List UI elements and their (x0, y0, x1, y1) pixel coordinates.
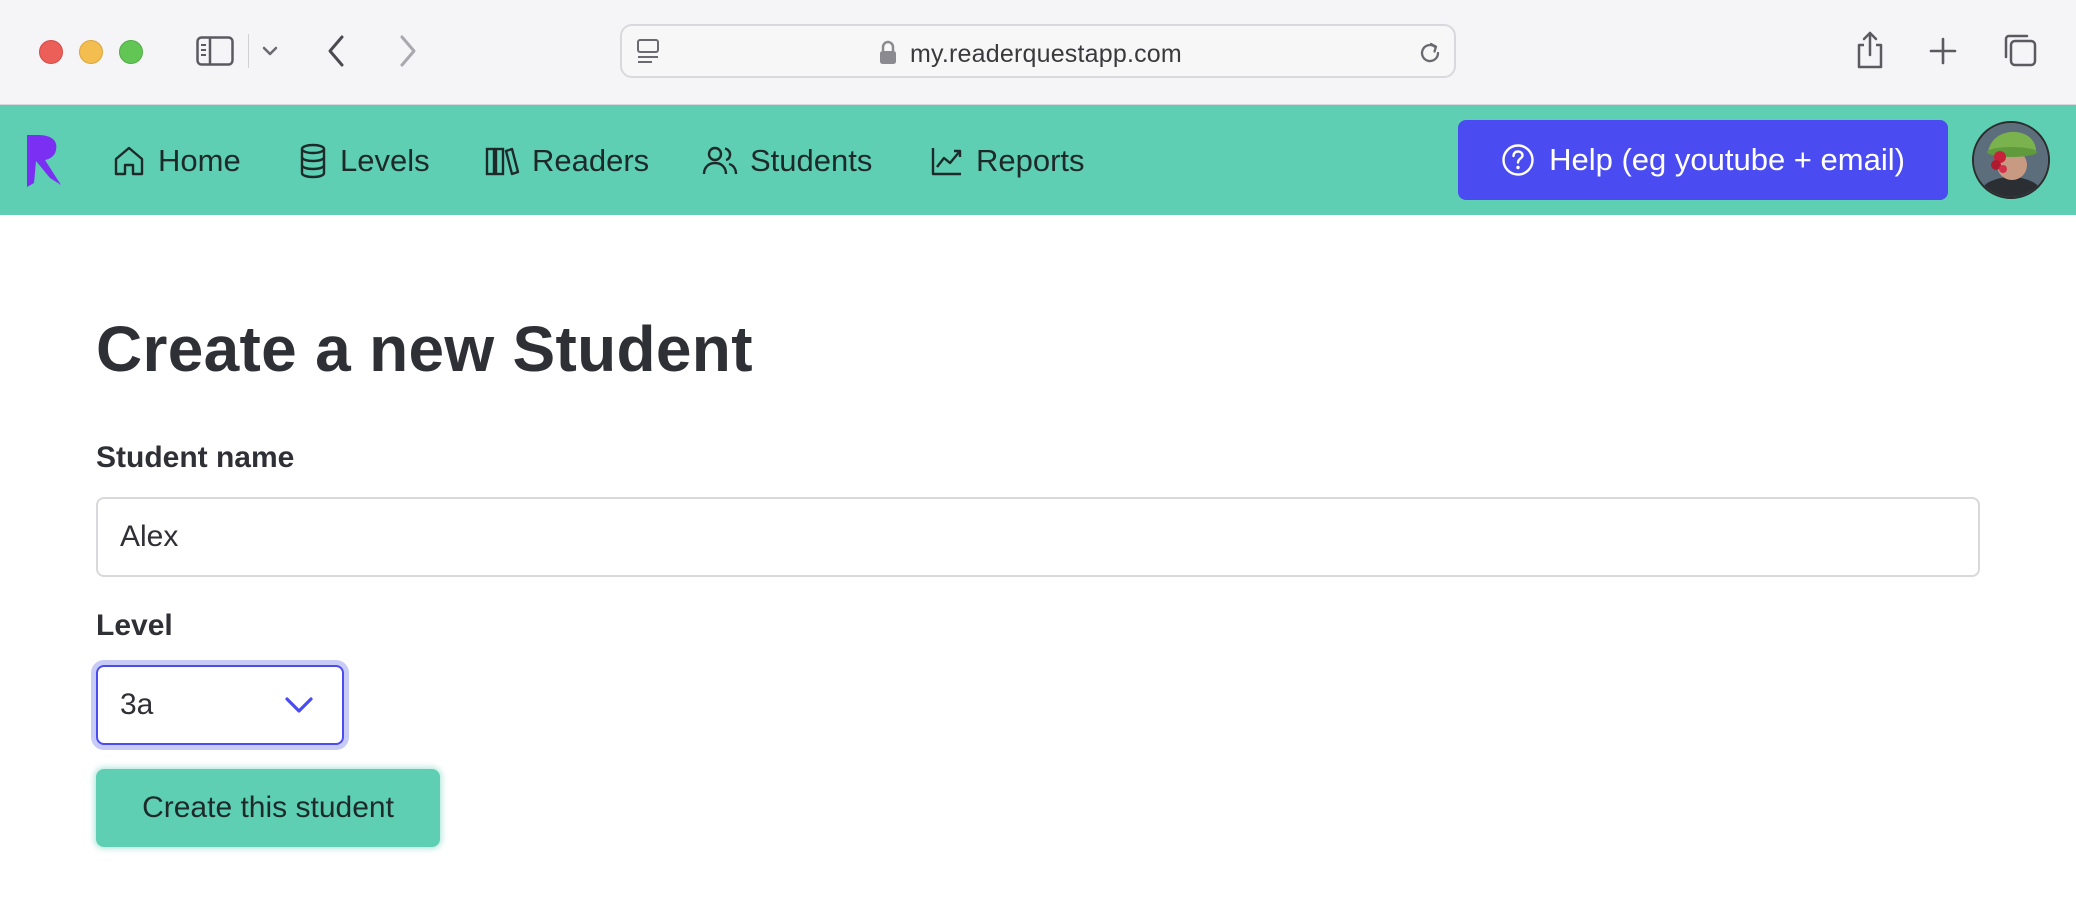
plus-icon[interactable] (1928, 36, 1958, 66)
level-label: Level (96, 609, 173, 642)
users-icon (702, 146, 738, 175)
reader-icon[interactable] (636, 38, 662, 66)
readerquest-logo[interactable] (24, 131, 64, 189)
create-student-button-label: Create this student (142, 791, 394, 824)
browser-toolbar: my.readerquestapp.com (0, 0, 2076, 105)
toolbar-divider (248, 34, 249, 68)
forward-icon[interactable] (398, 34, 418, 68)
nav-readers-label: Readers (532, 143, 650, 178)
user-avatar[interactable] (1972, 121, 2050, 199)
reload-icon[interactable] (1416, 39, 1444, 67)
zoom-window-button[interactable] (119, 40, 143, 64)
lock-icon (880, 40, 896, 64)
nav-levels-label: Levels (340, 143, 430, 178)
student-name-input[interactable] (96, 497, 1980, 577)
back-icon[interactable] (326, 34, 346, 68)
nav-students-label: Students (750, 143, 873, 178)
create-student-button[interactable]: Create this student (96, 769, 440, 847)
sidebar-icon[interactable] (196, 36, 234, 66)
chevron-down-icon[interactable] (262, 46, 278, 56)
level-select-value: 3a (120, 688, 154, 721)
close-window-button[interactable] (39, 40, 63, 64)
question-circle-icon (1502, 144, 1534, 176)
page-title: Create a new Student (96, 313, 753, 385)
help-button[interactable]: Help (eg youtube + email) (1458, 120, 1948, 200)
nav-reports-label: Reports (976, 143, 1085, 178)
minimize-window-button[interactable] (79, 40, 103, 64)
tabs-icon[interactable] (2002, 32, 2038, 68)
nav-students[interactable]: Students (702, 141, 872, 181)
books-icon (485, 147, 520, 176)
nav-levels[interactable]: Levels (298, 141, 430, 181)
share-icon[interactable] (1854, 30, 1886, 70)
help-button-label: Help (eg youtube + email) (1549, 142, 1905, 177)
address-bar[interactable]: my.readerquestapp.com (620, 24, 1456, 78)
home-icon (114, 146, 144, 176)
app-navbar: Home Levels Readers Students Reports Hel… (0, 105, 2076, 215)
student-name-label: Student name (96, 441, 295, 474)
nav-readers[interactable]: Readers (484, 141, 649, 181)
chevron-down-icon (285, 697, 313, 713)
chart-line-icon (931, 148, 962, 176)
url-text: my.readerquestapp.com (910, 40, 1182, 68)
nav-reports[interactable]: Reports (930, 141, 1085, 181)
nav-home-label: Home (158, 143, 241, 178)
level-select[interactable]: 3a (96, 665, 344, 745)
avatar-image (1974, 123, 2048, 197)
nav-home[interactable]: Home (112, 141, 241, 181)
database-icon (300, 143, 326, 179)
